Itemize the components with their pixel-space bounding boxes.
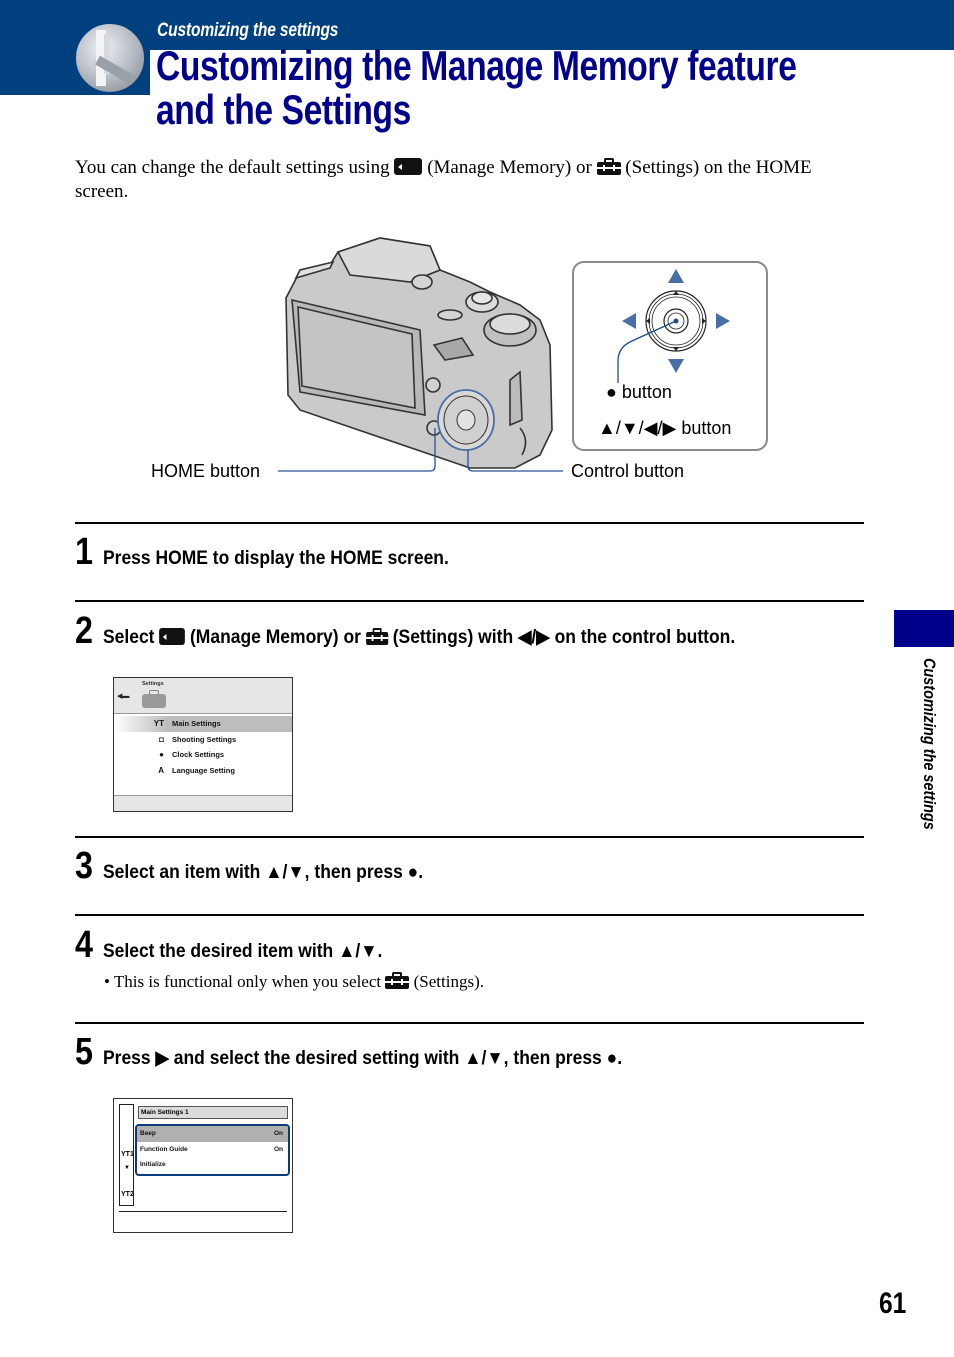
camera-icon: ◘ bbox=[159, 734, 164, 744]
language-icon: A bbox=[158, 765, 164, 775]
arrow-up-icon bbox=[668, 269, 684, 283]
arrow-down-icon bbox=[668, 359, 684, 373]
arrows-button-label: ▲/▼/◀/▶ button bbox=[598, 418, 732, 438]
settings-toolbox-icon bbox=[365, 628, 388, 645]
menu-item-clock-settings[interactable]: ● Clock Settings bbox=[114, 747, 292, 763]
screen-divider bbox=[119, 1211, 287, 1212]
step-number: 3 bbox=[75, 845, 93, 887]
step-2: 2 Select (Manage Memory) or (Settings) w… bbox=[75, 612, 790, 650]
step-text: Press HOME to display the HOME screen. bbox=[103, 548, 449, 569]
camera-body bbox=[285, 237, 553, 469]
menu-item-main-settings[interactable]: YT Main Settings bbox=[114, 716, 292, 732]
manage-memory-mini-icon: ◀▬ bbox=[117, 693, 130, 700]
step-text: Select an item with ▲/▼, then press ●. bbox=[103, 862, 424, 883]
settings-toolbox-icon bbox=[385, 972, 410, 989]
step-divider bbox=[75, 600, 864, 602]
settings-screen: ◀▬ Settings YT Main Settings ◘ Shooting Se… bbox=[113, 677, 293, 812]
camera-illustration bbox=[278, 237, 563, 472]
settings-option-list: Beep On Function Guide On Initialize bbox=[135, 1124, 290, 1176]
menu-item-shooting-settings[interactable]: ◘ Shooting Settings bbox=[114, 732, 292, 748]
arrow-left-icon bbox=[622, 313, 636, 329]
step-divider bbox=[75, 836, 864, 838]
settings-page-tabs: YT1 ▼ YT2 bbox=[119, 1104, 134, 1206]
step-5: 5 Press ▶ and select the desired setting… bbox=[75, 1033, 667, 1071]
step-number: 2 bbox=[75, 610, 93, 652]
settings-menu-list: YT Main Settings ◘ Shooting Settings ● Cloc… bbox=[114, 716, 292, 778]
step-text: Select (Manage Memory) or (Settings) wit… bbox=[103, 627, 736, 648]
manage-memory-icon bbox=[159, 628, 186, 645]
page-number: 61 bbox=[879, 1287, 907, 1320]
option-row-initialize[interactable]: Initialize bbox=[137, 1157, 288, 1173]
step-text: Select the desired item with ▲/▼. bbox=[103, 941, 383, 962]
tab-main-settings-2[interactable]: YT2 bbox=[121, 1191, 134, 1198]
step-divider bbox=[75, 1022, 864, 1024]
tab-arrow-down-icon: ▼ bbox=[124, 1165, 130, 1171]
step-number: 5 bbox=[75, 1031, 93, 1073]
control-button-label: Control button bbox=[571, 461, 685, 481]
step-1: 1 Press HOME to display the HOME screen. bbox=[75, 533, 479, 571]
tab-main-settings-1[interactable]: YT1 bbox=[121, 1151, 134, 1158]
option-row-beep[interactable]: Beep On bbox=[137, 1126, 288, 1142]
main-settings-icon: YT bbox=[153, 719, 164, 729]
step-number: 4 bbox=[75, 924, 93, 966]
main-settings-screen: YT1 ▼ YT2 Main Settings 1 Beep On Functio… bbox=[113, 1098, 293, 1233]
screen-bottom-bar bbox=[114, 795, 292, 811]
side-section-label: Customizing the settings bbox=[920, 658, 939, 830]
control-button-illustration bbox=[437, 389, 495, 451]
screen-header: Main Settings 1 bbox=[138, 1106, 288, 1119]
settings-toolbox-icon bbox=[142, 690, 166, 708]
arrow-right-icon bbox=[716, 313, 730, 329]
home-button-label: HOME button bbox=[151, 461, 261, 481]
step-number: 1 bbox=[75, 531, 93, 573]
step-divider bbox=[75, 522, 864, 524]
center-dot-icon: ● bbox=[606, 382, 622, 402]
screen-top-bar: ◀▬ Settings bbox=[114, 678, 292, 714]
step-divider bbox=[75, 914, 864, 916]
step-3: 3 Select an item with ▲/▼, then press ●. bbox=[75, 847, 451, 885]
step-4: 4 Select the desired item with ▲/▼. bbox=[75, 926, 407, 964]
step-4-note: • This is functional only when you selec… bbox=[104, 972, 484, 991]
center-button-label: ● button bbox=[606, 382, 672, 402]
section-tab-marker bbox=[894, 610, 954, 647]
menu-item-language-setting[interactable]: A Language Setting bbox=[114, 763, 292, 779]
step-text: Press ▶ and select the desired setting w… bbox=[103, 1048, 623, 1069]
option-row-function-guide[interactable]: Function Guide On bbox=[137, 1142, 288, 1158]
clock-icon: ● bbox=[159, 750, 164, 760]
screen-title: Settings bbox=[142, 681, 164, 687]
